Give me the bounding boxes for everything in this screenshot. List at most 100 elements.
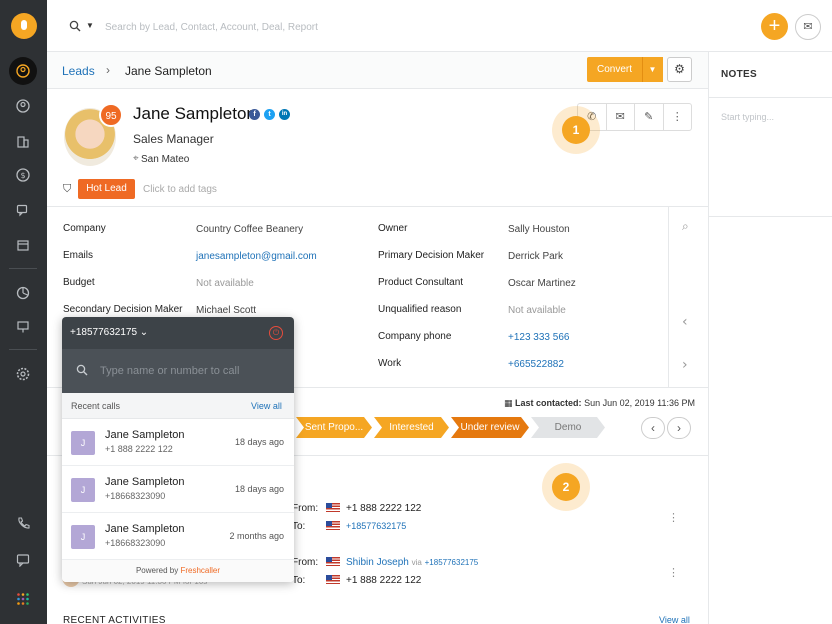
lead-score-badge: 95: [99, 103, 123, 127]
call-to-number[interactable]: +18577632175: [346, 521, 406, 531]
dialer-search-input[interactable]: [100, 361, 280, 381]
email-action-icon[interactable]: ✉: [607, 104, 635, 130]
search-icon[interactable]: [69, 20, 81, 32]
add-tags-link[interactable]: Click to add tags: [143, 184, 217, 195]
power-icon[interactable]: ⏻: [269, 326, 283, 340]
recent-calls-label: Recent calls: [71, 401, 121, 411]
tour-hotspot-1[interactable]: 1: [552, 106, 600, 154]
breadcrumb-leads-link[interactable]: Leads: [62, 64, 95, 78]
pipeline-stage[interactable]: Sent Propo...: [296, 417, 372, 438]
edit-action-icon[interactable]: ✎: [635, 104, 664, 130]
phone-nav-icon[interactable]: [9, 509, 37, 537]
search-scope-caret-icon[interactable]: ▼: [86, 21, 94, 30]
detail-label: Company: [63, 223, 106, 234]
search-fields-icon[interactable]: ⌕: [682, 219, 689, 234]
detail-label: Work: [378, 358, 402, 369]
top-bar: ▼ + ✉: [47, 0, 832, 52]
hot-lead-tag[interactable]: Hot Lead: [78, 179, 135, 199]
breadcrumb: Leads › Jane Sampleton Convert ▼ ⚙: [47, 52, 708, 89]
presentation-nav-icon[interactable]: [9, 313, 37, 341]
detail-value[interactable]: +123 333 566: [508, 332, 569, 343]
apps-grid-icon[interactable]: [9, 585, 37, 613]
search-icon: [76, 364, 88, 376]
caller-avatar: J: [71, 525, 95, 549]
leads-nav-icon[interactable]: [9, 57, 37, 85]
detail-label: Emails: [63, 250, 94, 261]
reports-nav-icon[interactable]: [9, 279, 37, 307]
pipeline-stages: Sent Propo... Interested Under review Demo: [296, 417, 607, 438]
global-search-input[interactable]: [105, 16, 585, 38]
app-logo[interactable]: [11, 13, 37, 39]
detail-label: Budget: [63, 277, 95, 288]
dialer-search: [62, 349, 294, 393]
facebook-icon[interactable]: f: [249, 109, 260, 120]
chat-nav-icon[interactable]: [9, 546, 37, 574]
detail-value: Not available: [196, 278, 254, 289]
app-root: $ ▼ Search by Lead, Contact, Account, De…: [0, 0, 832, 624]
recent-call-item[interactable]: J Jane Sampleton +18668323090 2 months ago: [62, 513, 294, 560]
call-options-icon[interactable]: ⋮: [668, 566, 679, 579]
notes-input[interactable]: Start typing...: [721, 112, 774, 122]
recent-call-item[interactable]: J Jane Sampleton +1 888 2222 122 18 days ag…: [62, 419, 294, 466]
lead-name: Jane Sampleton: [133, 104, 256, 123]
detail-value: Sally Houston: [508, 224, 570, 235]
chevron-left-icon[interactable]: ‹: [682, 314, 688, 330]
dialer-number-select[interactable]: +18577632175 ⌄: [70, 327, 148, 338]
settings-gear-button[interactable]: ⚙: [667, 57, 692, 82]
call-from-name[interactable]: Shibin Joseph: [346, 557, 409, 568]
pipeline-stage[interactable]: Under review: [451, 417, 529, 438]
recent-activities-view-all[interactable]: View all: [659, 615, 690, 624]
tag-icon: ⛉: [63, 182, 72, 195]
freshcaller-brand[interactable]: Freshcaller: [180, 566, 220, 575]
call-via-number[interactable]: +18577632175: [425, 558, 479, 567]
call-options-icon[interactable]: ⋮: [668, 511, 679, 524]
linkedin-icon[interactable]: in: [279, 109, 290, 120]
conversations-nav-icon[interactable]: [9, 196, 37, 224]
contacts-nav-icon[interactable]: [9, 92, 37, 120]
detail-value[interactable]: janesampleton@gmail.com: [196, 251, 317, 262]
call-to-number: +1 888 2222 122: [346, 575, 422, 586]
dialer-popup: +18577632175 ⌄ ⏻ Recent calls View all J…: [62, 317, 294, 582]
detail-value: Michael Scott: [196, 305, 257, 316]
settings-nav-icon[interactable]: [9, 360, 37, 388]
quick-add-button[interactable]: +: [761, 13, 788, 40]
dialer-footer: Powered by Freshcaller: [62, 560, 294, 582]
recent-calls-view-all[interactable]: View all: [251, 401, 282, 411]
stage-prev-button[interactable]: ‹: [641, 417, 665, 439]
caller-name: Jane Sampleton: [105, 523, 185, 535]
twitter-icon[interactable]: t: [264, 109, 275, 120]
recent-activities-title: RECENT ACTIVITIES: [63, 615, 166, 624]
recent-call-item[interactable]: J Jane Sampleton +18668323090 18 days ago: [62, 466, 294, 513]
location-pin-icon: ⌖: [133, 153, 139, 164]
chevron-right-icon: ›: [106, 63, 110, 77]
detail-value[interactable]: +665522882: [508, 359, 564, 370]
detail-label: Primary Decision Maker: [378, 250, 485, 261]
calendar-nav-icon[interactable]: [9, 231, 37, 259]
call-from-label: From:: [292, 557, 319, 568]
dialer-number: +18577632175: [70, 327, 138, 338]
breadcrumb-current: Jane Sampleton: [125, 64, 212, 78]
tour-hotspot-2[interactable]: 2: [542, 463, 590, 511]
deals-nav-icon[interactable]: $: [9, 161, 37, 189]
detail-label: Company phone: [378, 331, 452, 342]
accounts-nav-icon[interactable]: [9, 127, 37, 155]
stage-next-button[interactable]: ›: [667, 417, 691, 439]
call-from-row: From: Shibin Joseph via +18577632175: [292, 557, 478, 568]
detail-label: Unqualified reason: [378, 304, 462, 315]
call-time: 18 days ago: [234, 484, 284, 494]
more-options-icon[interactable]: ⋮: [664, 104, 692, 130]
mail-button[interactable]: ✉: [795, 14, 821, 40]
pipeline-stage[interactable]: Demo: [531, 417, 605, 438]
calendar-icon: ▦: [504, 399, 513, 409]
caller-avatar: J: [71, 478, 95, 502]
call-to-row: To: +18577632175: [292, 521, 406, 532]
last-contacted-label: Last contacted:: [515, 398, 582, 408]
chevron-right-icon[interactable]: ›: [682, 357, 688, 373]
call-via-label: via: [411, 558, 422, 567]
pipeline-stage[interactable]: Interested: [374, 417, 449, 438]
convert-dropdown-caret-icon[interactable]: ▼: [642, 57, 662, 82]
call-to-label: To:: [292, 521, 306, 532]
detail-label: Owner: [378, 223, 408, 234]
caller-avatar: J: [71, 431, 95, 455]
call-time: 18 days ago: [234, 437, 284, 447]
